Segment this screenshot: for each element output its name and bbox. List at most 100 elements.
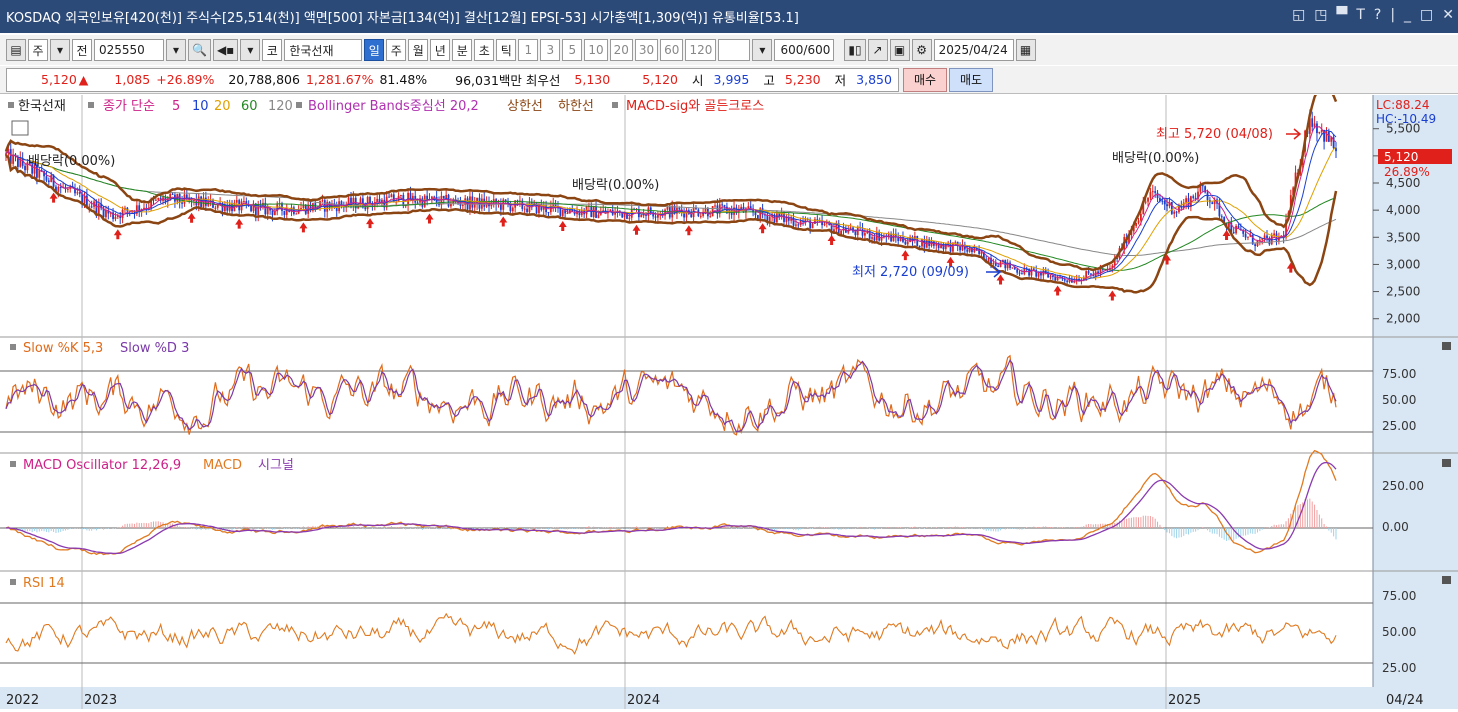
candle-body (1063, 279, 1066, 281)
interval-dropdown-icon[interactable]: ▾ (752, 39, 773, 61)
title-bar: KOSDAQ 외국인보유[420(천)] 주식수[25,514(천)] 액면[5… (0, 0, 1458, 33)
candle-body (1166, 204, 1168, 207)
font-icon[interactable]: T (1356, 7, 1365, 23)
candle-body (400, 194, 402, 196)
close-icon[interactable]: ✕ (1442, 7, 1454, 23)
candle-body (1232, 232, 1235, 234)
count-field[interactable]: 600/600 (774, 39, 835, 61)
code-dropdown-icon[interactable]: ▾ (166, 39, 186, 61)
tab-minute[interactable]: 분 (452, 39, 473, 61)
interval-120[interactable]: 120 (685, 39, 717, 61)
legend-ma-10: 10 (192, 99, 209, 114)
candle-body (823, 223, 826, 226)
candle-body (1263, 235, 1266, 239)
price-tick-label: 5,500 (1386, 122, 1420, 136)
legend-bb-upper: 상한선 (507, 99, 543, 114)
search-icon[interactable]: 🔍 (188, 39, 211, 61)
candle-body (918, 245, 921, 247)
candle-type-icon[interactable]: ▮▯ (844, 39, 866, 61)
candle-body (390, 194, 393, 198)
candle-body (628, 217, 631, 219)
period-main[interactable]: 주 (28, 39, 48, 61)
candle-body (1149, 192, 1152, 198)
sound-icon[interactable]: ◀▪ (212, 39, 239, 61)
macd-collapse-icon[interactable] (1442, 459, 1451, 467)
candle-body (154, 199, 157, 201)
turnover: 81.48% (379, 72, 428, 87)
rsi-collapse-icon[interactable] (1442, 576, 1451, 584)
candle-body (243, 201, 245, 203)
high-price: 5,230 (784, 72, 821, 87)
panel-settings-icon[interactable] (11, 120, 29, 136)
interval-5[interactable]: 5 (562, 39, 583, 61)
rsi-tick-75: 75.00 (1382, 589, 1416, 603)
pin-icon[interactable]: ▀ (1337, 7, 1348, 23)
count-value: 600 (780, 43, 804, 57)
prev-button[interactable]: 전 (72, 39, 92, 61)
tile-icon[interactable]: ◳ (1314, 7, 1327, 23)
candle-body (992, 263, 995, 265)
sound-dropdown-icon[interactable]: ▾ (240, 39, 261, 61)
candle-body (1011, 267, 1014, 269)
candle-body (1175, 211, 1178, 213)
stoch-legend: Slow %K 5,3 Slow %D 3 (10, 341, 189, 356)
tab-day[interactable]: 일 (364, 39, 385, 61)
candle-body (250, 205, 252, 212)
interval-3[interactable]: 3 (540, 39, 561, 61)
low-price: 3,850 (856, 72, 892, 87)
tab-week[interactable]: 주 (386, 39, 407, 61)
candle-body (980, 252, 983, 254)
minimize-icon[interactable]: _ (1404, 7, 1411, 23)
candle-body (1140, 213, 1142, 221)
candle-body (59, 186, 62, 188)
tab-month[interactable]: 월 (408, 39, 429, 61)
sell-button[interactable]: 매도 (949, 67, 994, 92)
candle-body (442, 195, 445, 199)
legend-ma-60: 60 (241, 99, 258, 114)
gear-icon[interactable]: ⚙ (911, 39, 932, 61)
buy-button[interactable]: 매수 (902, 67, 948, 92)
restore-icon[interactable]: ◱ (1292, 7, 1305, 23)
candle-body (1054, 276, 1057, 281)
line-tool-icon[interactable]: ↗ (867, 39, 888, 61)
maximize-icon[interactable]: □ (1420, 7, 1433, 23)
up-arrow-icon: ▲ (78, 72, 89, 87)
calendar-icon[interactable]: ▦ (1015, 39, 1036, 61)
rsi-tick-25: 25.00 (1382, 661, 1416, 675)
tab-second[interactable]: 초 (474, 39, 495, 61)
stock-name-field[interactable]: 한국선재 (284, 39, 363, 61)
candle-body (285, 210, 288, 215)
interval-20[interactable]: 20 (609, 39, 633, 61)
interval-10[interactable]: 10 (584, 39, 608, 61)
candle-body (1220, 216, 1223, 218)
candle-body (447, 194, 450, 207)
candle-body (1049, 275, 1052, 278)
candle-body (873, 237, 876, 241)
chart-area[interactable]: 한국선재 종가 단순 5 10 20 60 120 Bollinger Band… (0, 82, 1458, 709)
view-icon[interactable]: ▤ (6, 39, 26, 61)
tab-year[interactable]: 년 (430, 39, 451, 61)
interval-60[interactable]: 60 (660, 39, 684, 61)
price-tick-label: 2,500 (1386, 285, 1420, 299)
chevron-down-icon[interactable]: ▾ (50, 39, 70, 61)
best-ask: 5,130 (574, 72, 611, 87)
help-icon[interactable]: ? (1374, 7, 1381, 23)
interval-1[interactable]: 1 (518, 39, 539, 61)
stock-code-input[interactable]: 025550 (94, 39, 164, 61)
chart-svg[interactable]: 한국선재 종가 단순 5 10 20 60 120 Bollinger Band… (0, 82, 1458, 709)
count-total: /600 (803, 43, 831, 57)
interval-custom-input[interactable] (718, 39, 751, 61)
save-icon[interactable]: ▣ (889, 39, 910, 61)
candle-body (566, 212, 569, 214)
candle-body (526, 208, 528, 213)
candle-body (1156, 192, 1159, 199)
candle-body (57, 186, 60, 192)
date-input[interactable]: 2025/04/24 (933, 39, 1014, 61)
tab-tick[interactable]: 틱 (496, 39, 517, 61)
candle-body (723, 205, 726, 207)
candle-body (416, 202, 419, 204)
candle-body (1335, 148, 1337, 152)
interval-30[interactable]: 30 (634, 39, 659, 61)
stoch-collapse-icon[interactable] (1442, 342, 1451, 350)
best-bid: 5,120 (642, 72, 679, 87)
